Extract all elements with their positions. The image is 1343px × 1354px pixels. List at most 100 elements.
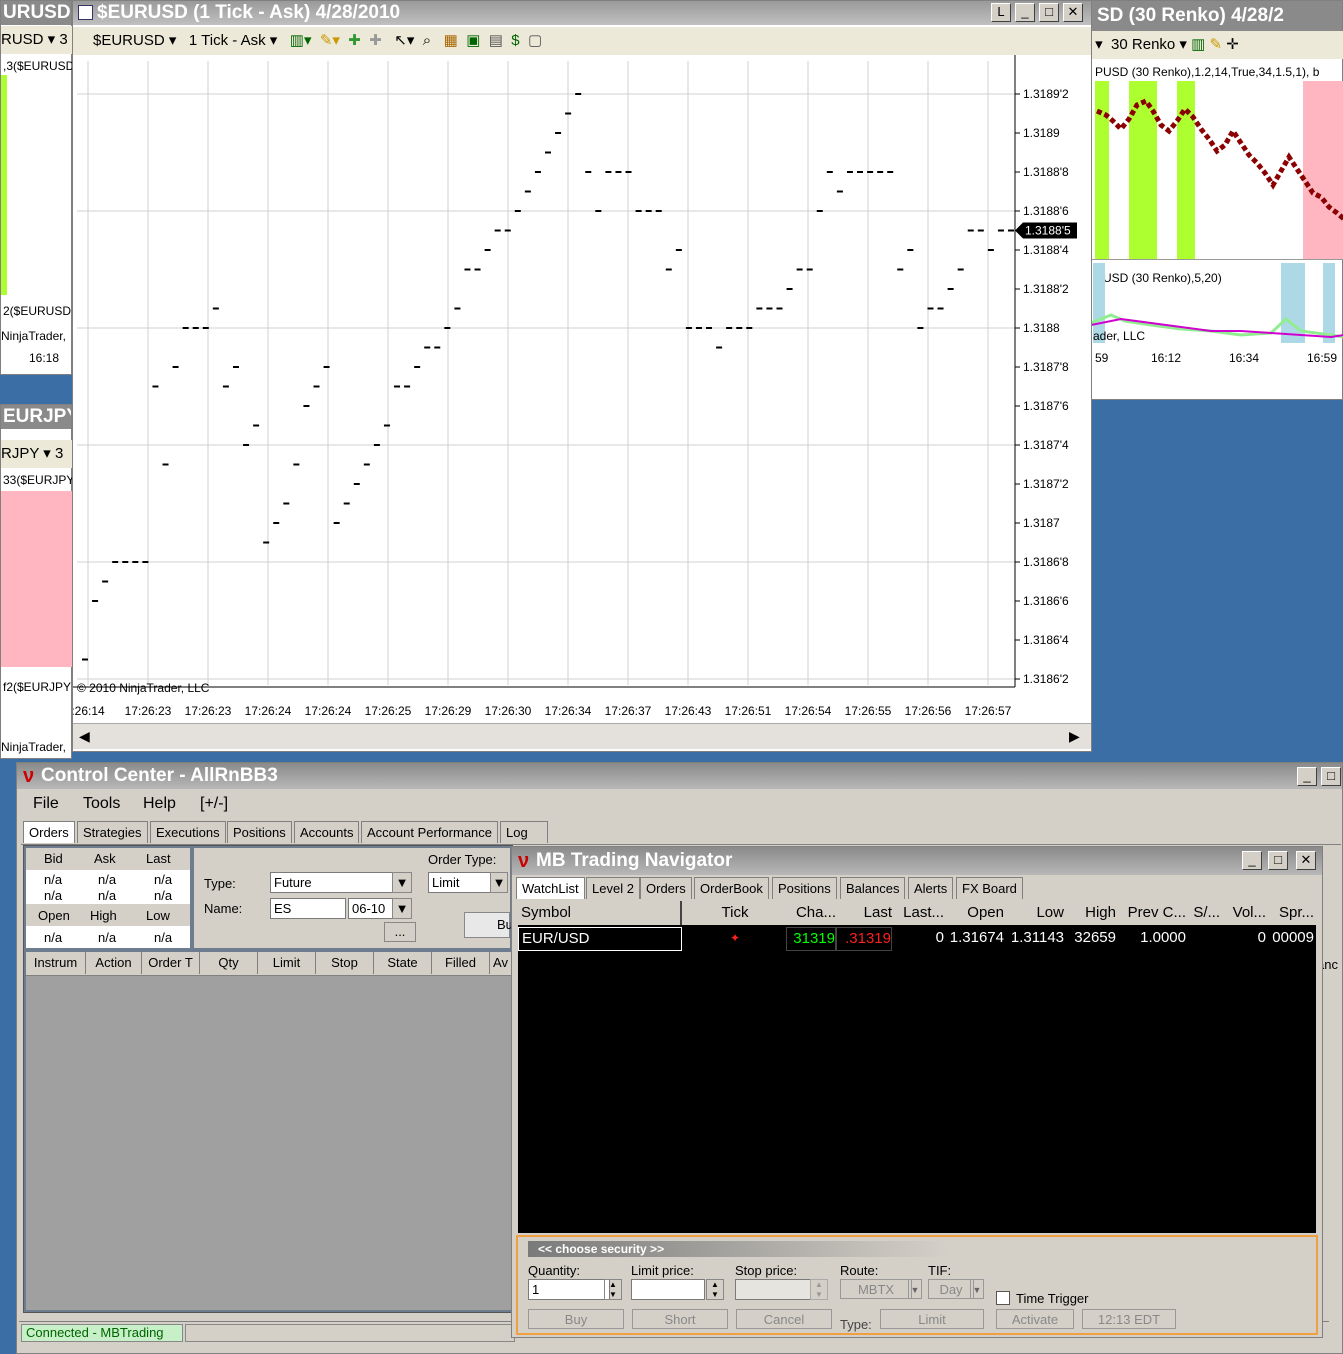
time-trigger-checkbox[interactable] (996, 1291, 1010, 1305)
pin-icon[interactable]: ✚ (348, 32, 361, 49)
wl-col-s[interactable]: S/... (1186, 901, 1220, 925)
properties-icon[interactable]: ▢ (528, 32, 542, 49)
ellipsis-button[interactable]: ... (384, 922, 416, 942)
dollar-icon[interactable]: $ (511, 32, 519, 49)
bar-type-icon[interactable]: ▥▾ (290, 32, 312, 49)
col-limit[interactable]: Limit (258, 952, 316, 974)
expiry-dropdown-icon[interactable]: ▼ (392, 898, 412, 919)
wl-col-tick[interactable]: Tick (684, 901, 786, 925)
activate-select[interactable]: Activate (996, 1309, 1074, 1329)
order-type-select-nav[interactable]: Limit (880, 1309, 984, 1329)
limit-price-stepper[interactable]: ▲ ▼ (706, 1279, 724, 1300)
left-bottom-titlebar[interactable]: EURJPY (1, 405, 71, 429)
tab-orders[interactable]: Orders (23, 821, 75, 843)
renko-period[interactable]: 30 Renko (1111, 36, 1175, 53)
stop-price-input[interactable] (735, 1279, 811, 1300)
nav-tab-orderbook[interactable]: OrderBook (694, 877, 769, 899)
quantity-stepper[interactable]: ▲ ▼ (604, 1279, 622, 1300)
menu-help[interactable]: Help (143, 791, 176, 817)
pencil-icon[interactable]: ✎▾ (320, 32, 340, 49)
unpin-icon[interactable]: ✚ (369, 32, 382, 49)
left-top-period[interactable]: 3 (59, 31, 67, 48)
tab-strategies[interactable]: Strategies (77, 821, 148, 843)
menu-file[interactable]: File (33, 791, 59, 817)
wl-col-symbol[interactable]: Symbol (518, 901, 682, 925)
strategies-icon[interactable]: ▤ (489, 32, 503, 49)
col-avg[interactable]: Av (490, 952, 512, 974)
expiry-select[interactable] (348, 898, 398, 919)
pencil-icon[interactable]: ✎ (1205, 36, 1222, 53)
data-box-icon[interactable]: ▦ (444, 32, 458, 49)
horizontal-scrollbar[interactable]: ◀ ▶ (73, 723, 1091, 749)
left-bottom-period[interactable]: 3 (55, 445, 63, 462)
quantity-input[interactable] (528, 1279, 610, 1300)
wl-col-last-size[interactable]: Last... (892, 901, 944, 925)
col-qty[interactable]: Qty (200, 952, 258, 974)
wl-col-high[interactable]: High (1064, 901, 1116, 925)
nav-tab-orders[interactable]: Orders (640, 877, 692, 899)
short-order-button[interactable]: Short (632, 1309, 728, 1329)
renko-titlebar[interactable]: SD (30 Renko) 4/28/2 (1091, 1, 1342, 31)
nav-tab-alerts[interactable]: Alerts (908, 877, 954, 899)
type-dropdown-icon[interactable]: ▼ (392, 872, 412, 893)
wl-col-volume[interactable]: Vol... (1220, 901, 1266, 925)
control-center-titlebar[interactable]: ν Control Center - AllRnBB3 (17, 763, 1342, 789)
wl-col-open[interactable]: Open (944, 901, 1004, 925)
tick-chart-plot[interactable]: :26:14 17:26:23 17:26:23 17:26:24 17:26:24 17… (73, 55, 1091, 723)
left-top-instrument[interactable]: RUSD (1, 31, 44, 48)
nav-tab-watchlist[interactable]: WatchList (516, 877, 585, 899)
wl-col-spread[interactable]: Spr... (1266, 901, 1314, 925)
wl-col-low[interactable]: Low (1004, 901, 1064, 925)
tab-positions[interactable]: Positions (227, 821, 292, 843)
minimize-button[interactable]: _ (1015, 3, 1035, 22)
crosshair-icon[interactable]: ✛ (1222, 36, 1239, 53)
pointer-icon[interactable]: ↖▾ (394, 32, 414, 49)
type-select[interactable] (270, 872, 398, 893)
stop-price-stepper[interactable]: ▲ ▼ (810, 1279, 828, 1300)
instrument-selector[interactable]: $EURUSD (93, 32, 165, 49)
scroll-left-icon[interactable]: ◀ (79, 728, 90, 745)
name-input[interactable] (270, 898, 346, 919)
nav-tab-positions[interactable]: Positions (772, 877, 837, 899)
trigger-time-input[interactable]: 12:13 EDT (1082, 1309, 1176, 1329)
menu-tools[interactable]: Tools (83, 791, 120, 817)
wl-symbol[interactable]: EUR/USD (518, 927, 682, 951)
indicators-icon[interactable]: ▣ (466, 32, 480, 49)
bar-type-icon[interactable]: ▥ (1191, 36, 1205, 53)
wl-col-change[interactable]: Cha... (786, 901, 836, 925)
col-filled[interactable]: Filled (432, 952, 490, 974)
tick-chart-titlebar[interactable]: $EURUSD (1 Tick - Ask) 4/28/2010 (73, 1, 1091, 25)
menu-expand[interactable]: [+/-] (200, 791, 228, 817)
buy-order-button[interactable]: Buy (528, 1309, 624, 1329)
buy-button[interactable]: Bu (464, 912, 513, 938)
scroll-right-icon[interactable]: ▶ (1069, 728, 1080, 745)
col-order-type[interactable]: Order T (142, 952, 200, 974)
wl-col-last[interactable]: Last (836, 901, 892, 925)
watchlist-row[interactable]: EUR/USD ✦ 31319 .31319 0 1.31674 1.31143… (518, 927, 1316, 951)
maximize-button[interactable]: □ (1039, 3, 1059, 22)
period-selector[interactable]: 1 Tick - Ask (189, 32, 266, 49)
tab-executions[interactable]: Executions (150, 821, 226, 843)
cancel-order-button[interactable]: Cancel (736, 1309, 832, 1329)
choose-security-bar[interactable]: << choose security >> (528, 1241, 948, 1257)
order-type-select[interactable] (428, 872, 494, 893)
nav-maximize-button[interactable]: □ (1268, 851, 1288, 870)
tab-log[interactable]: Log (500, 821, 548, 843)
cc-maximize-button[interactable]: □ (1321, 767, 1341, 786)
nav-close-button[interactable]: ✕ (1296, 851, 1316, 870)
navigator-titlebar[interactable]: ν MB Trading Navigator (512, 847, 1322, 875)
link-button[interactable]: L (991, 3, 1011, 22)
route-dropdown-icon[interactable]: ▼ (908, 1279, 922, 1299)
close-button[interactable]: ✕ (1063, 3, 1083, 22)
route-select[interactable]: MBTX (840, 1279, 912, 1299)
nav-minimize-button[interactable]: _ (1242, 851, 1262, 870)
wl-col-prev-close[interactable]: Prev C... (1116, 901, 1186, 925)
col-stop[interactable]: Stop (316, 952, 374, 974)
tab-account-performance[interactable]: Account Performance (361, 821, 499, 843)
tif-select[interactable]: Day (928, 1279, 974, 1299)
nav-tab-level2[interactable]: Level 2 (586, 877, 640, 899)
col-instrument[interactable]: Instrum (26, 952, 86, 974)
left-top-titlebar[interactable]: URUSD (1, 1, 71, 25)
col-state[interactable]: State (374, 952, 432, 974)
nav-tab-balances[interactable]: Balances (840, 877, 906, 899)
